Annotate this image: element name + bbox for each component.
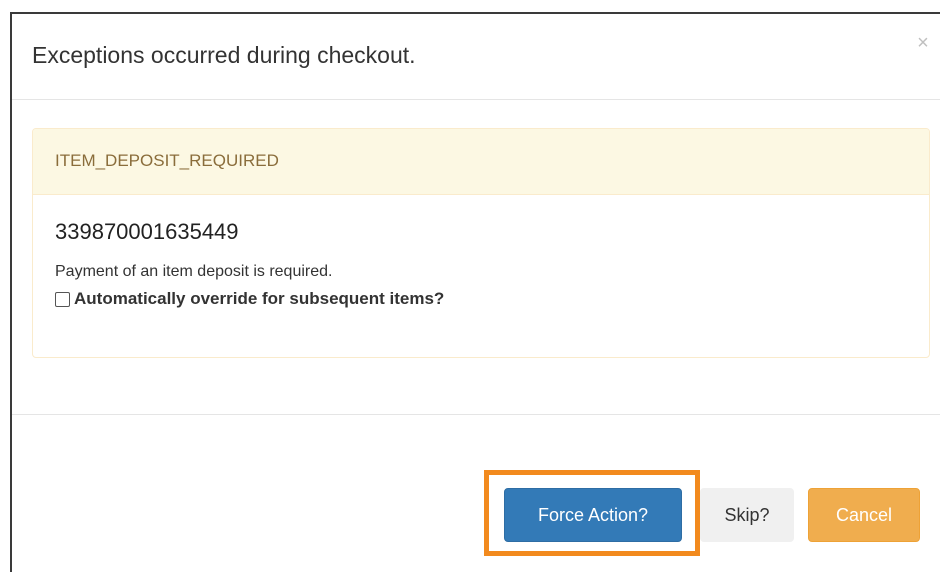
dialog-header: Exceptions occurred during checkout. × [12,14,940,100]
override-checkbox[interactable] [55,291,70,307]
skip-button[interactable]: Skip? [700,488,794,542]
exception-message: Payment of an item deposit is required. [55,263,333,280]
dialog-title: Exceptions occurred during checkout. [32,42,416,68]
item-barcode: 339870001635449 [55,219,239,244]
force-action-button[interactable]: Force Action? [504,488,682,542]
exception-panel: ITEM_DEPOSIT_REQUIRED 339870001635449 Pa… [32,128,930,358]
cancel-button[interactable]: Cancel [808,488,920,542]
close-icon[interactable]: × [912,32,934,54]
exception-code: ITEM_DEPOSIT_REQUIRED [55,151,279,170]
checkout-exceptions-dialog: Exceptions occurred during checkout. × I… [10,12,940,572]
footer-divider [12,414,940,415]
exception-panel-heading: ITEM_DEPOSIT_REQUIRED [33,129,929,195]
override-checkbox-label: Automatically override for subsequent it… [74,289,445,308]
override-checkbox-row[interactable]: Automatically override for subsequent it… [55,289,444,309]
